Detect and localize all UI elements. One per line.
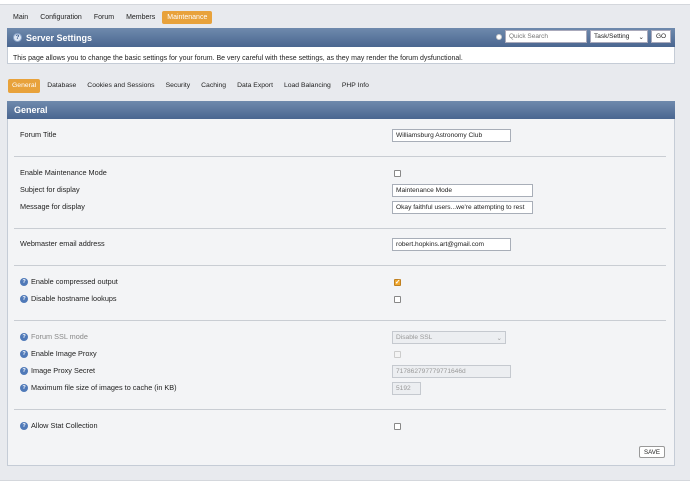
subtab-general[interactable]: General	[8, 79, 41, 93]
quick-search-input[interactable]	[505, 30, 587, 43]
compressed-output-checkbox[interactable]	[394, 278, 401, 286]
subtab-cookies-sessions[interactable]: Cookies and Sessions	[83, 79, 158, 93]
divider	[14, 409, 666, 410]
chevron-down-icon: ⌄	[638, 33, 644, 41]
hostname-lookups-label: ? Disable hostname lookups	[20, 294, 117, 303]
webmaster-email-label-text: Webmaster email address	[20, 239, 105, 248]
subtab-load-balancing[interactable]: Load Balancing	[280, 79, 335, 93]
general-section-title: General	[7, 101, 675, 119]
compressed-output-label-text: Enable compressed output	[31, 277, 118, 286]
proxy-secret-label: ? Image Proxy Secret	[20, 366, 95, 375]
forum-title-label: Forum Title	[20, 130, 57, 139]
page-description: This page allows you to change the basic…	[13, 55, 463, 62]
help-icon[interactable]: ?	[13, 33, 22, 42]
help-icon[interactable]: ?	[20, 294, 28, 303]
divider	[14, 156, 666, 157]
help-icon[interactable]: ?	[20, 421, 28, 430]
save-button[interactable]: SAVE	[639, 446, 665, 458]
webmaster-email-label: Webmaster email address	[20, 239, 105, 248]
image-proxy-label: ? Enable Image Proxy	[20, 349, 97, 358]
page-title: Server Settings	[26, 32, 93, 43]
subject-label-text: Subject for display	[20, 185, 80, 194]
stat-collection-label: ? Allow Stat Collection	[20, 421, 98, 430]
header-tools: Task/Setting ⌄ GO	[496, 30, 671, 43]
webmaster-email-input[interactable]: robert.hopkins.art@gmail.com	[392, 238, 511, 251]
task-setting-value: Task/Setting	[594, 33, 630, 40]
help-icon[interactable]: ?	[20, 349, 28, 358]
go-button[interactable]: GO	[651, 30, 671, 43]
image-proxy-label-text: Enable Image Proxy	[31, 349, 97, 358]
help-icon[interactable]: ?	[20, 383, 28, 392]
tab-main[interactable]: Main	[8, 11, 33, 24]
main-nav: Main Configuration Forum Members Mainten…	[8, 11, 213, 24]
subtab-caching[interactable]: Caching	[197, 79, 230, 93]
divider	[14, 265, 666, 266]
maintenance-mode-label-text: Enable Maintenance Mode	[20, 168, 107, 177]
ssl-mode-label: ? Forum SSL mode	[20, 332, 88, 341]
subject-input[interactable]: Maintenance Mode	[392, 184, 533, 197]
max-file-size-label: ? Maximum file size of images to cache (i…	[20, 383, 177, 392]
proxy-secret-input: 717862797779771646d	[392, 365, 511, 378]
bottom-strip	[0, 480, 690, 494]
search-scope-radio[interactable]	[496, 33, 502, 40]
subtab-data-export[interactable]: Data Export	[233, 79, 277, 93]
forum-title-label-text: Forum Title	[20, 130, 57, 139]
forum-title-input[interactable]: Williamsburg Astronomy Club	[392, 129, 511, 142]
proxy-secret-label-text: Image Proxy Secret	[31, 366, 96, 375]
ssl-mode-value: Disable SSL	[396, 334, 433, 341]
subtab-security[interactable]: Security	[162, 79, 195, 93]
divider	[14, 228, 666, 229]
tab-forum[interactable]: Forum	[89, 11, 119, 24]
message-input[interactable]: Okay faithful users...we're attempting t…	[392, 201, 533, 214]
compressed-output-label: ? Enable compressed output	[20, 277, 118, 286]
divider	[14, 320, 666, 321]
max-file-size-input: 5192	[392, 382, 421, 395]
help-icon[interactable]: ?	[20, 332, 28, 341]
maintenance-mode-label: Enable Maintenance Mode	[20, 168, 107, 177]
message-label: Message for display	[20, 202, 85, 211]
ssl-mode-label-text: Forum SSL mode	[31, 332, 88, 341]
tab-configuration[interactable]: Configuration	[35, 11, 87, 24]
server-settings-header: ? Server Settings Task/Setting ⌄ GO	[7, 28, 675, 47]
help-icon[interactable]: ?	[20, 366, 28, 375]
image-proxy-checkbox	[394, 351, 401, 358]
message-label-text: Message for display	[20, 202, 85, 211]
max-file-size-label-text: Maximum file size of images to cache (in…	[31, 383, 177, 392]
settings-subtabs: General Database Cookies and Sessions Se…	[8, 79, 373, 93]
tab-maintenance[interactable]: Maintenance	[162, 11, 213, 24]
ssl-mode-select: Disable SSL ⌄	[392, 331, 506, 344]
stat-collection-checkbox[interactable]	[394, 423, 401, 430]
subtab-php-info[interactable]: PHP Info	[338, 79, 373, 93]
subject-label: Subject for display	[20, 185, 80, 194]
task-setting-select[interactable]: Task/Setting ⌄	[590, 30, 648, 43]
hostname-lookups-checkbox[interactable]	[394, 296, 401, 303]
stat-collection-label-text: Allow Stat Collection	[31, 421, 98, 430]
top-strip	[0, 0, 690, 5]
maintenance-mode-checkbox[interactable]	[394, 170, 401, 177]
chevron-down-icon: ⌄	[496, 334, 502, 342]
help-icon[interactable]: ?	[20, 277, 28, 286]
subtab-database[interactable]: Database	[43, 79, 80, 93]
tab-members[interactable]: Members	[121, 11, 160, 24]
hostname-lookups-label-text: Disable hostname lookups	[31, 294, 117, 303]
